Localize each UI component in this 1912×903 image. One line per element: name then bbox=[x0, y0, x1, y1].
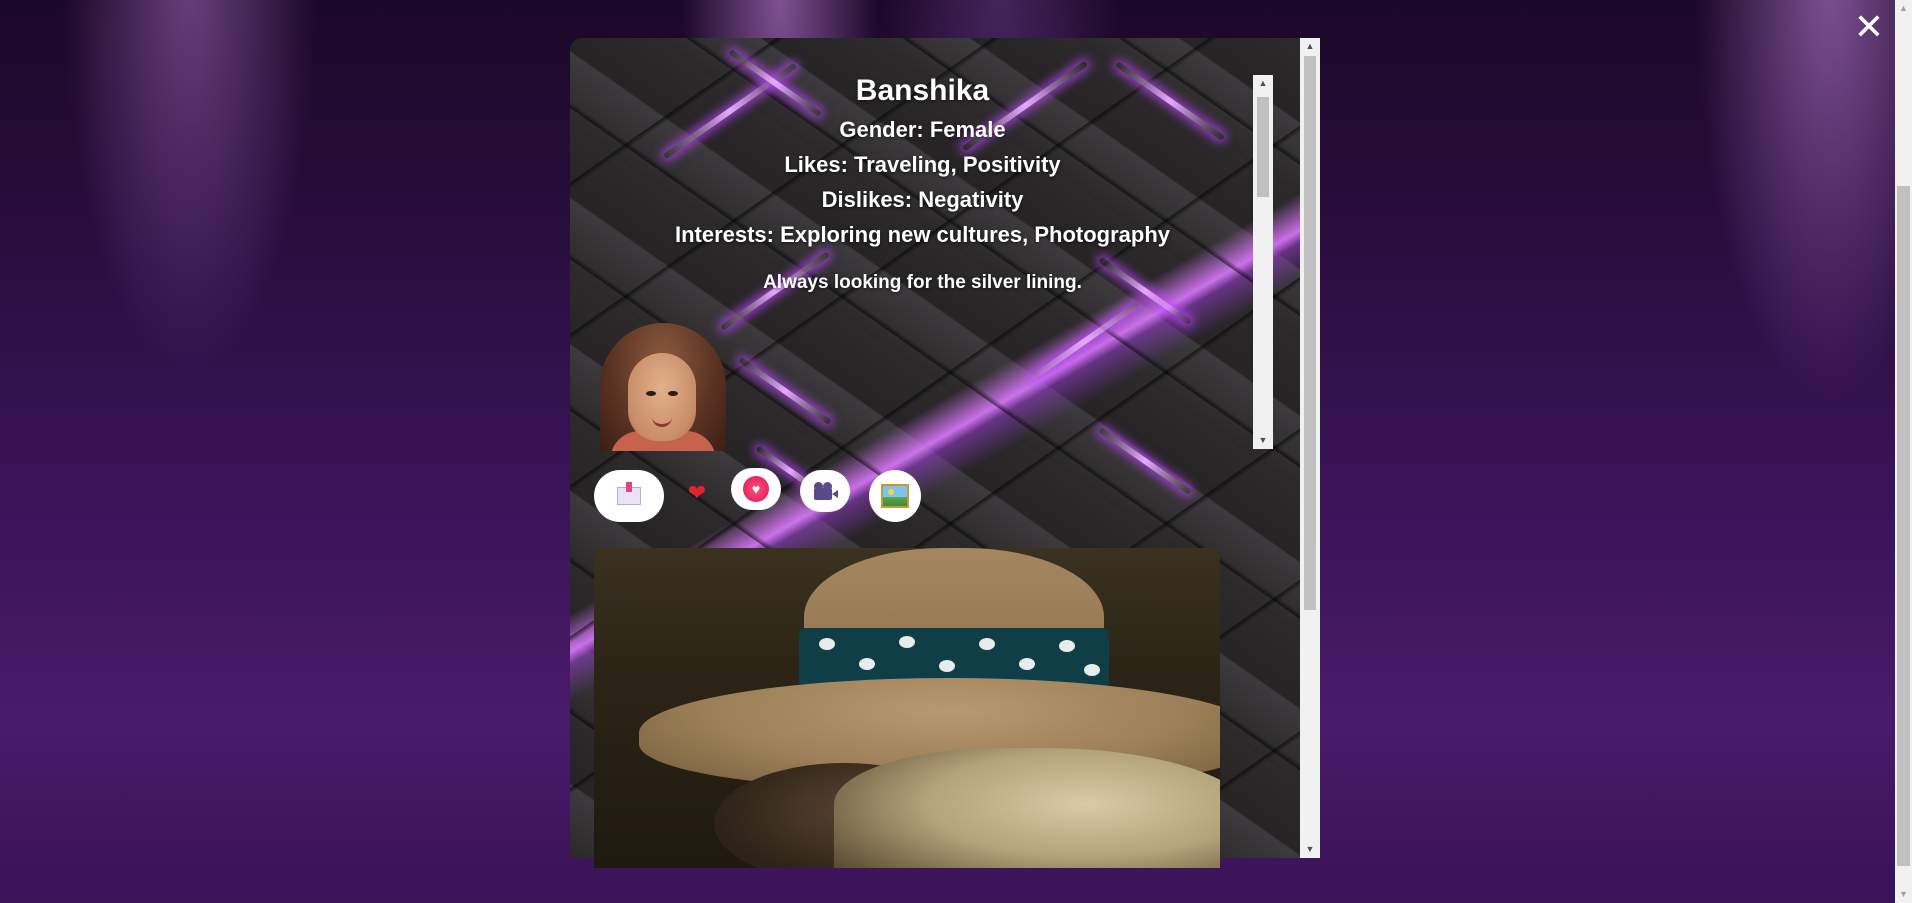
background-glow-streak bbox=[1098, 426, 1192, 496]
gallery-button[interactable] bbox=[869, 470, 921, 522]
video-camera-icon bbox=[812, 482, 838, 500]
scrollbar-thumb[interactable] bbox=[1897, 186, 1910, 866]
avatar[interactable] bbox=[600, 323, 726, 451]
profile-likes: Likes: Traveling, Positivity bbox=[784, 152, 1061, 177]
profile-info: Banshika Gender: Female Likes: Traveling… bbox=[570, 70, 1275, 296]
page-background: ✕ Banshika Gender: Female Likes: Traveli… bbox=[0, 0, 1912, 903]
profile-tagline: Always looking for the silver lining. bbox=[763, 272, 1082, 293]
profile-interests: Interests: Exploring new cultures, Photo… bbox=[674, 222, 1171, 247]
favorite-button[interactable]: ♥ bbox=[731, 468, 781, 510]
like-button[interactable]: ❤ bbox=[686, 482, 708, 504]
scroll-down-arrow[interactable]: ▼ bbox=[1300, 841, 1320, 858]
video-call-button[interactable] bbox=[800, 470, 850, 512]
heart-gift-icon: ♥ bbox=[743, 476, 769, 502]
scroll-down-arrow[interactable]: ▼ bbox=[1895, 886, 1912, 903]
profile-name: Banshika bbox=[855, 74, 990, 107]
scroll-up-arrow[interactable]: ▲ bbox=[1895, 0, 1912, 17]
scroll-up-arrow[interactable]: ▲ bbox=[1300, 38, 1320, 55]
scrollbar-thumb[interactable] bbox=[1304, 56, 1316, 610]
page-scrollbar[interactable]: ▲ ▼ bbox=[1895, 0, 1912, 903]
profile-dislikes: Dislikes: Negativity bbox=[821, 187, 1024, 212]
action-bar: ❤ ♥ bbox=[594, 468, 934, 526]
close-button[interactable]: ✕ bbox=[1852, 8, 1886, 46]
scroll-up-arrow[interactable]: ▲ bbox=[1253, 75, 1273, 92]
heart-icon: ❤ bbox=[687, 480, 707, 505]
message-button[interactable] bbox=[594, 470, 664, 522]
profile-gender: Gender: Female bbox=[839, 117, 1006, 142]
info-scrollbar[interactable]: ▲ ▼ bbox=[1253, 75, 1273, 449]
profile-photo[interactable] bbox=[594, 548, 1220, 868]
background-glow-streak bbox=[1030, 301, 1140, 381]
mail-download-icon bbox=[617, 482, 641, 505]
modal-scrollbar[interactable]: ▲ ▼ bbox=[1300, 38, 1320, 858]
background-glow-streak bbox=[738, 356, 832, 426]
scrollbar-thumb[interactable] bbox=[1257, 97, 1269, 197]
gallery-icon bbox=[881, 484, 909, 508]
scroll-down-arrow[interactable]: ▼ bbox=[1253, 432, 1273, 449]
